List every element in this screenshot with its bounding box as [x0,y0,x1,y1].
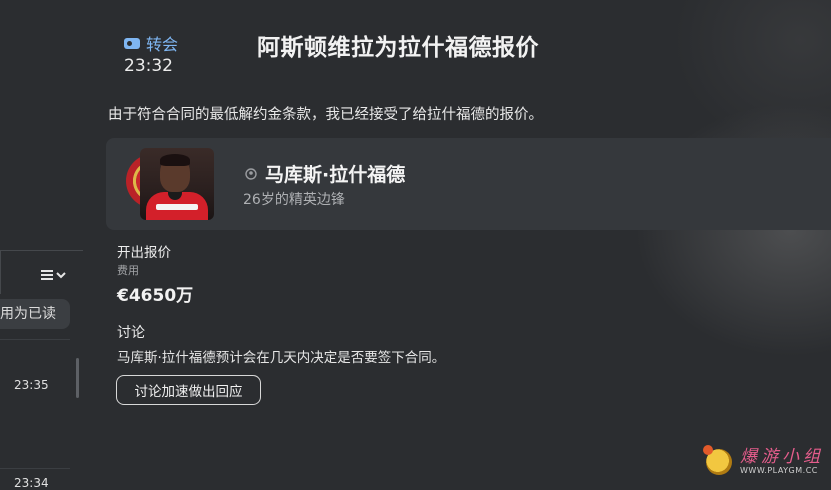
fee-value: €4650万 [117,286,194,306]
person-icon [245,168,257,180]
player-description: 26岁的精英边锋 [243,192,345,208]
watermark-logo-icon [703,445,732,475]
category-text: 转会 [146,35,179,54]
watermark: 爆游小组 WWW.PLAYGM.CC [703,445,824,475]
discuss-button[interactable]: 讨论加速做出回应 [116,375,261,405]
watermark-url: WWW.PLAYGM.CC [740,466,818,475]
mark-as-read-button[interactable]: 用为已读 [0,299,70,329]
sort-button[interactable] [40,268,68,282]
discussion-heading: 讨论 [117,325,145,341]
message-time[interactable]: 23:35 [14,378,49,392]
page-title: 阿斯顿维拉为拉什福德报价 [257,35,539,61]
player-photo [140,148,214,220]
inbox-panel: 用为已读 23:35 23:34 [0,0,95,490]
divider [0,468,70,469]
list-sort-icon [41,270,66,280]
player-card[interactable]: 马库斯·拉什福德 26岁的精英边锋 [106,138,831,230]
discussion-text: 马库斯·拉什福德预计会在几天内决定是否要签下合同。 [117,350,446,366]
tag-icon [124,37,140,49]
category-label: 转会 [124,31,178,55]
offer-heading: 开出报价 [117,245,171,261]
divider [0,250,1,294]
message-body: 由于符合合同的最低解约金条款，我已经接受了给拉什福德的报价。 [108,107,543,123]
message-time: 23:32 [124,56,173,76]
fee-label: 费用 [117,264,139,277]
player-name[interactable]: 马库斯·拉什福德 [265,160,405,187]
scrollbar[interactable] [76,358,79,398]
divider [0,339,70,340]
watermark-title: 爆游小组 [740,447,824,467]
divider [0,250,83,251]
